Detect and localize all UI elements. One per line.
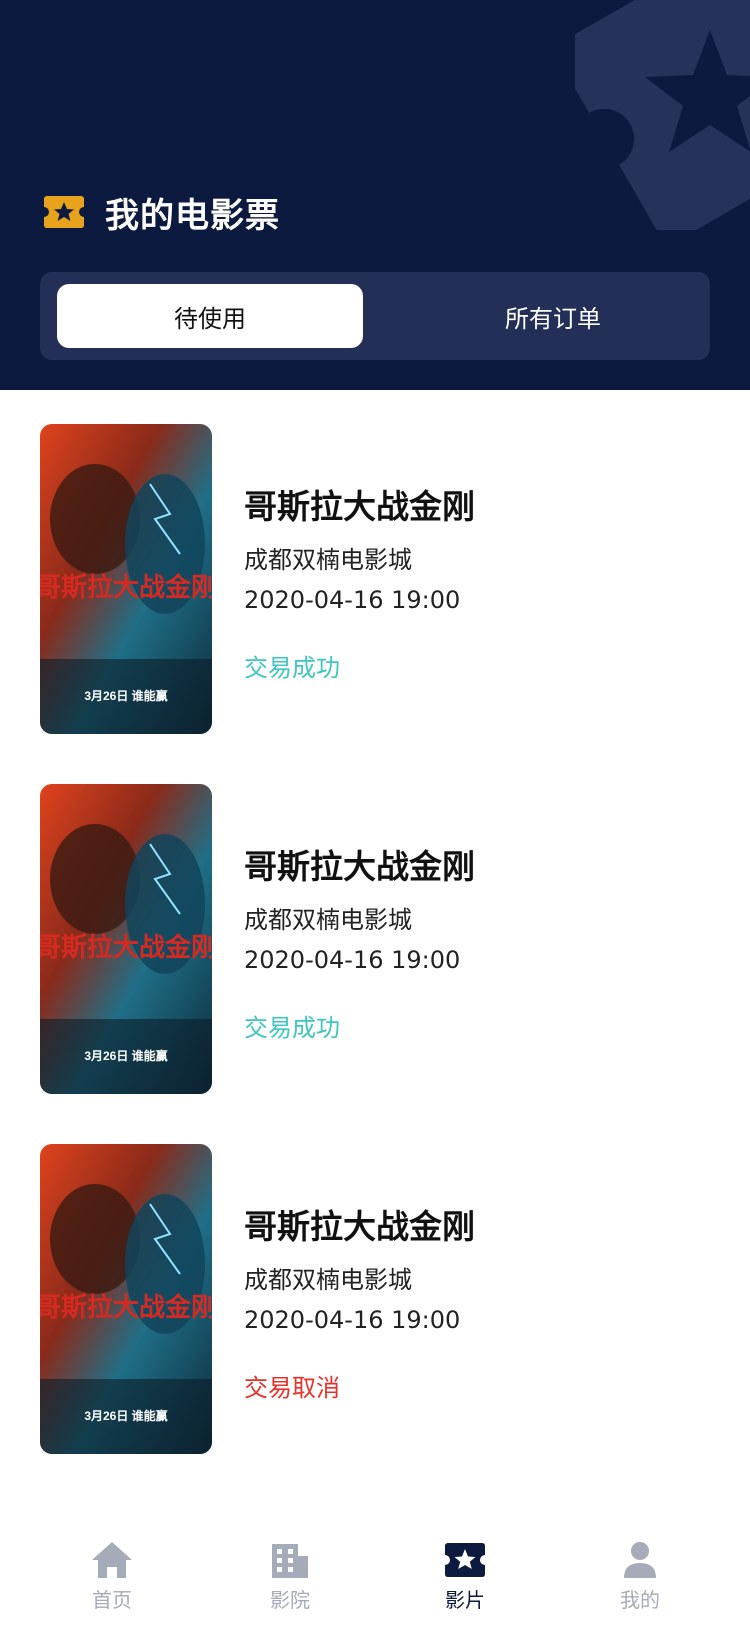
order-card[interactable]: 哥斯拉大战金刚 3月26日 谁能赢 哥斯拉大战金刚 成都双楠电影城 2020-0… <box>40 424 710 734</box>
poster-date-text: 3月26日 谁能赢 <box>84 688 167 703</box>
order-card[interactable]: 哥斯拉大战金刚 3月26日 谁能赢 哥斯拉大战金刚 成都双楠电影城 2020-0… <box>40 1144 710 1454</box>
order-card[interactable]: 哥斯拉大战金刚 3月26日 谁能赢 哥斯拉大战金刚 成都双楠电影城 2020-0… <box>40 784 710 1094</box>
order-status: 交易取消 <box>244 1374 340 1402</box>
movie-title: 哥斯拉大战金刚 <box>244 1207 475 1246</box>
user-icon <box>624 1542 656 1578</box>
movie-title: 哥斯拉大战金刚 <box>244 847 475 886</box>
order-status: 交易成功 <box>244 1014 340 1042</box>
tabbar-label: 影院 <box>270 1588 310 1612</box>
ticket-star-icon <box>445 1543 485 1577</box>
tabbar-item-cinema[interactable]: 影院 <box>230 1540 350 1620</box>
header: 我的电影票 待使用 所有订单 <box>0 0 750 390</box>
show-datetime: 2020-04-16 19:00 <box>244 1306 461 1334</box>
tab-all-orders[interactable]: 所有订单 <box>400 284 706 348</box>
show-datetime: 2020-04-16 19:00 <box>244 946 461 974</box>
tabbar-item-movies[interactable]: 影片 <box>405 1540 525 1620</box>
ticket-watermark-icon <box>575 0 750 230</box>
tabbar-label: 影片 <box>445 1588 485 1612</box>
movie-poster[interactable]: 哥斯拉大战金刚 3月26日 谁能赢 <box>40 424 212 734</box>
poster-title-text: 哥斯拉大战金刚 <box>40 932 212 962</box>
poster-date-text: 3月26日 谁能赢 <box>84 1048 167 1063</box>
movie-poster[interactable]: 哥斯拉大战金刚 3月26日 谁能赢 <box>40 1144 212 1454</box>
poster-title-text: 哥斯拉大战金刚 <box>40 1292 212 1322</box>
cinema-name: 成都双楠电影城 <box>244 546 412 574</box>
movie-poster[interactable]: 哥斯拉大战金刚 3月26日 谁能赢 <box>40 784 212 1094</box>
order-tabs: 待使用 所有订单 <box>40 272 710 360</box>
tabbar-item-home[interactable]: 首页 <box>52 1540 172 1620</box>
tabbar-item-mine[interactable]: 我的 <box>580 1540 700 1620</box>
page-title: 我的电影票 <box>105 195 280 236</box>
bottom-tabbar: 首页 影院 影片 我的 <box>0 1530 750 1625</box>
order-status: 交易成功 <box>244 654 340 682</box>
page-title-row: 我的电影票 <box>43 188 280 236</box>
home-icon <box>92 1542 132 1578</box>
cinema-name: 成都双楠电影城 <box>244 906 412 934</box>
tabbar-label: 我的 <box>620 1588 660 1612</box>
poster-title-text: 哥斯拉大战金刚 <box>40 572 212 602</box>
building-icon <box>272 1544 308 1578</box>
tabbar-label: 首页 <box>92 1588 132 1612</box>
poster-date-text: 3月26日 谁能赢 <box>84 1408 167 1423</box>
show-datetime: 2020-04-16 19:00 <box>244 586 461 614</box>
tab-pending[interactable]: 待使用 <box>57 284 363 348</box>
cinema-name: 成都双楠电影城 <box>244 1266 412 1294</box>
ticket-star-icon <box>44 196 84 228</box>
movie-title: 哥斯拉大战金刚 <box>244 487 475 526</box>
